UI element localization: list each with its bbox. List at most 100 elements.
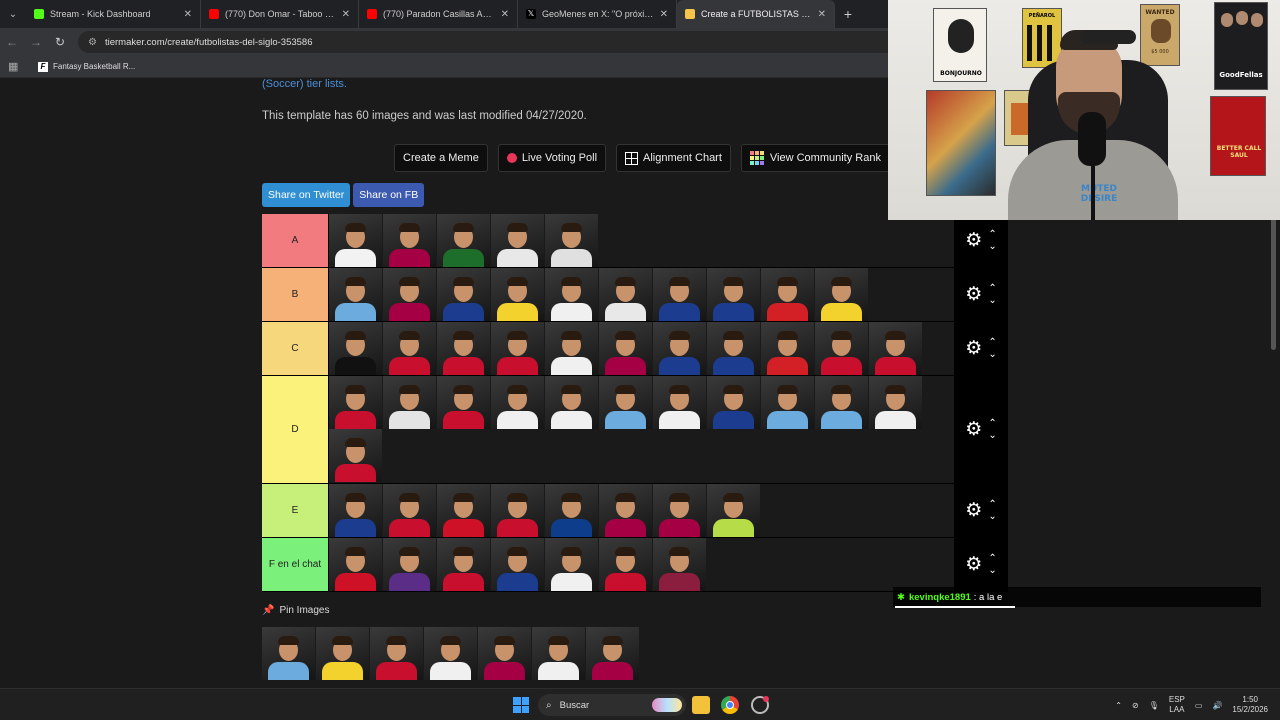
file-explorer-icon[interactable]: [692, 696, 710, 714]
player-image[interactable]: [653, 268, 706, 321]
player-image[interactable]: [383, 322, 436, 375]
player-image[interactable]: [383, 268, 436, 321]
player-image[interactable]: [491, 538, 544, 591]
chevron-up-icon[interactable]: ⌃: [988, 283, 996, 293]
player-image[interactable]: [437, 268, 490, 321]
tab-youtube-taboo[interactable]: (770) Don Omar - Taboo - YouT ✕: [201, 0, 359, 28]
address-bar[interactable]: ⚙ tiermaker.com/create/futbolistas-del-s…: [78, 31, 898, 53]
player-image[interactable]: [761, 268, 814, 321]
page-scrollbar[interactable]: [1271, 218, 1276, 350]
player-image[interactable]: [545, 376, 598, 429]
player-image[interactable]: [491, 268, 544, 321]
tab-kick-dashboard[interactable]: Stream - Kick Dashboard ✕: [26, 0, 201, 28]
chevron-down-icon[interactable]: ⌄: [988, 430, 996, 440]
player-image[interactable]: [599, 376, 652, 429]
player-image[interactable]: [869, 322, 922, 375]
player-image[interactable]: [329, 322, 382, 375]
tier-label[interactable]: E: [262, 484, 329, 537]
player-image[interactable]: [545, 322, 598, 375]
pinned-player-image[interactable]: [586, 627, 639, 680]
new-tab-plus-icon[interactable]: +: [835, 0, 861, 28]
share-twitter-button[interactable]: Share on Twitter: [262, 183, 351, 207]
player-image[interactable]: [653, 376, 706, 429]
chevron-down-icon[interactable]: ⌄: [988, 565, 996, 575]
pinned-player-image[interactable]: [478, 627, 531, 680]
player-image[interactable]: [383, 538, 436, 591]
player-image[interactable]: [491, 214, 544, 267]
close-tab-icon[interactable]: ✕: [660, 9, 668, 20]
tray-volume-icon[interactable]: 🔊: [1212, 701, 1222, 710]
close-tab-icon[interactable]: ✕: [342, 9, 350, 20]
tab-tiermaker[interactable]: Create a FUTBOLISTAS DEL SIGL ✕: [677, 0, 835, 28]
player-image[interactable]: [383, 376, 436, 429]
bookmark-fantasy-basketball[interactable]: F Fantasy Basketball R...: [38, 61, 135, 72]
player-image[interactable]: [437, 214, 490, 267]
player-image[interactable]: [545, 214, 598, 267]
player-image[interactable]: [707, 484, 760, 537]
chevron-up-icon[interactable]: ⌃: [988, 229, 996, 239]
player-image[interactable]: [437, 322, 490, 375]
language-indicator[interactable]: ESP LAA: [1169, 695, 1185, 715]
view-community-rank-button[interactable]: View Community Rank: [740, 144, 890, 172]
tray-display-icon[interactable]: ▭: [1195, 701, 1203, 710]
player-image[interactable]: [545, 484, 598, 537]
taskbar-clock[interactable]: 1:50 15/2/2026: [1232, 695, 1268, 715]
windows-start-icon[interactable]: [513, 697, 529, 713]
tier-label[interactable]: F en el chat: [262, 538, 329, 591]
player-image[interactable]: [599, 322, 652, 375]
player-image[interactable]: [329, 538, 382, 591]
close-tab-icon[interactable]: ✕: [501, 9, 509, 20]
close-tab-icon[interactable]: ✕: [818, 9, 826, 20]
gear-icon[interactable]: ⚙: [965, 285, 982, 304]
pinned-player-image[interactable]: [532, 627, 585, 680]
gear-icon[interactable]: ⚙: [965, 420, 982, 439]
chevron-down-icon[interactable]: ⌄: [988, 295, 996, 305]
player-image[interactable]: [653, 538, 706, 591]
taskbar-search[interactable]: ⌕ Buscar: [538, 694, 686, 716]
tray-network-off-icon[interactable]: ⊘: [1132, 701, 1139, 710]
chevron-up-icon[interactable]: ⌃: [988, 499, 996, 509]
player-image[interactable]: [599, 268, 652, 321]
close-tab-icon[interactable]: ✕: [184, 9, 192, 20]
player-image[interactable]: [599, 538, 652, 591]
player-image[interactable]: [545, 538, 598, 591]
soccer-tier-lists-link[interactable]: (Soccer) tier lists.: [262, 78, 347, 90]
player-image[interactable]: [707, 376, 760, 429]
live-voting-poll-button[interactable]: Live Voting Poll: [497, 144, 607, 172]
player-image[interactable]: [437, 484, 490, 537]
reload-icon[interactable]: ↻: [48, 30, 72, 54]
chevron-down-icon[interactable]: ⌄: [988, 241, 996, 251]
apps-grid-icon[interactable]: ▦: [8, 61, 20, 73]
gear-icon[interactable]: ⚙: [965, 555, 982, 574]
player-image[interactable]: [329, 429, 382, 482]
player-image[interactable]: [491, 376, 544, 429]
pinned-player-image[interactable]: [370, 627, 423, 680]
player-image[interactable]: [815, 322, 868, 375]
chevron-up-icon[interactable]: ⌃: [988, 418, 996, 428]
player-image[interactable]: [329, 484, 382, 537]
tab-youtube-paradon[interactable]: (770) Paradon Casillas Audio Ca ✕: [359, 0, 518, 28]
pinned-player-image[interactable]: [262, 627, 315, 680]
player-image[interactable]: [329, 214, 382, 267]
pinned-player-image[interactable]: [424, 627, 477, 680]
player-image[interactable]: [869, 376, 922, 429]
tier-label[interactable]: D: [262, 376, 329, 483]
player-image[interactable]: [815, 376, 868, 429]
tab-x-geomenes[interactable]: 𝕏 GeoMenes en X: "O próximo so ✕: [518, 0, 677, 28]
player-image[interactable]: [599, 484, 652, 537]
forward-arrow-icon[interactable]: →: [24, 30, 48, 54]
app-icon[interactable]: [751, 696, 769, 714]
gear-icon[interactable]: ⚙: [965, 339, 982, 358]
player-image[interactable]: [329, 376, 382, 429]
player-image[interactable]: [491, 484, 544, 537]
player-image[interactable]: [653, 322, 706, 375]
alignment-chart-button[interactable]: Alignment Chart: [616, 144, 731, 172]
player-image[interactable]: [437, 538, 490, 591]
chevron-down-icon[interactable]: ⌄: [988, 349, 996, 359]
tier-label[interactable]: A: [262, 214, 329, 267]
player-image[interactable]: [383, 214, 436, 267]
pin-images-toggle[interactable]: 📌 Pin Images: [262, 605, 329, 616]
player-image[interactable]: [329, 268, 382, 321]
tray-mic-icon[interactable]: 🎙: [1149, 701, 1159, 710]
site-info-icon[interactable]: ⚙: [88, 37, 97, 48]
